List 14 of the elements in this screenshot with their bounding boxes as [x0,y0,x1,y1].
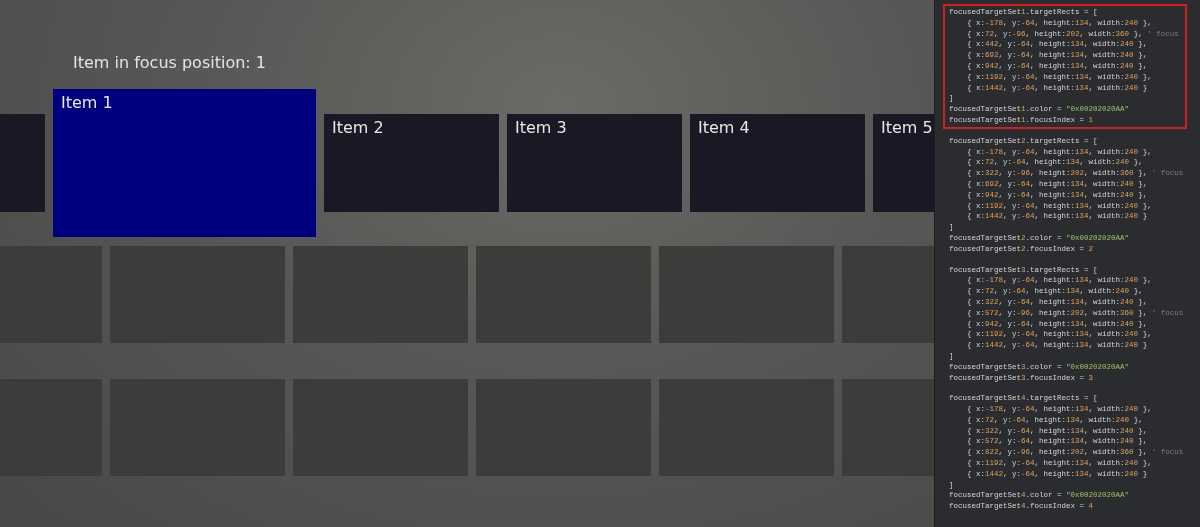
item-tile[interactable]: Item 3 [507,114,682,212]
content-tile[interactable] [659,379,834,476]
content-tile[interactable] [476,379,651,476]
content-tile[interactable] [293,246,468,343]
item-tile[interactable]: Item 1 [53,89,316,237]
focus-position-label: Item in focus position: 1 [73,53,267,74]
item-tile[interactable]: Item 5 [873,114,934,212]
content-tile[interactable] [110,246,285,343]
content-tile[interactable] [659,246,834,343]
content-tile[interactable] [293,379,468,476]
content-tile[interactable] [110,379,285,476]
item-tile[interactable]: Item 4 [690,114,865,212]
item-tile[interactable]: Item 2 [324,114,499,212]
content-tile[interactable] [476,246,651,343]
